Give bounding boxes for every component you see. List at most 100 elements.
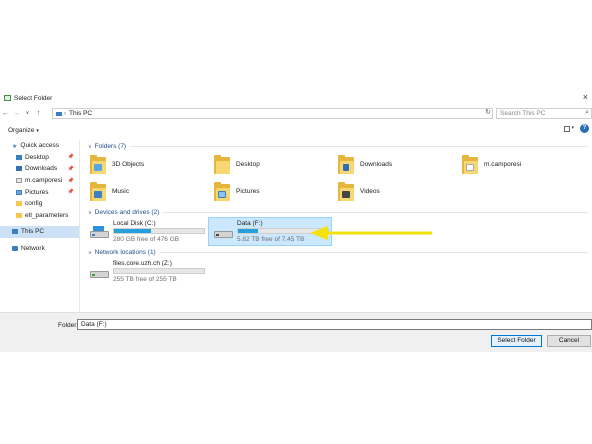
chevron-down-icon: ∨ [88, 209, 92, 216]
pin-icon: 📌 [67, 177, 74, 184]
folder-tile-desktop[interactable]: Desktop [214, 155, 260, 174]
close-icon[interactable]: × [583, 92, 588, 102]
network-drive-icon [90, 266, 109, 279]
title-bar: Select Folder × [0, 90, 592, 106]
folder-name-input[interactable]: Data (F:) [77, 319, 592, 330]
folder-icon [16, 212, 22, 218]
drive-usage-bar [113, 268, 205, 274]
drive-free-space: 5.82 TB free of 7.45 TB [237, 236, 305, 243]
documents-icon [16, 178, 22, 184]
folder-pictures-icon [214, 182, 230, 201]
sidebar-item-desktop[interactable]: Desktop 📌 [0, 152, 79, 164]
this-pc-icon [56, 111, 62, 116]
search-input[interactable]: Search This PC ⌕ [496, 108, 592, 119]
recent-locations-button[interactable]: ∨ [22, 110, 33, 116]
sidebar-item-config[interactable]: config [0, 198, 79, 210]
group-header-devices[interactable]: ∨ Devices and drives (2) [88, 208, 588, 217]
annotation-arrow-icon [310, 226, 432, 240]
downloads-icon [16, 166, 22, 172]
breadcrumb-this-pc[interactable]: This PC [69, 110, 92, 117]
folder-desktop-icon [214, 155, 230, 174]
folder-label: Desktop [236, 161, 260, 168]
windows-drive-icon [90, 226, 109, 239]
caret-down-icon: ▾ [36, 127, 39, 134]
cancel-button[interactable]: Cancel [547, 335, 591, 347]
sidebar-item-pictures[interactable]: Pictures 📌 [0, 186, 79, 198]
arrow-right-icon: → [13, 109, 20, 117]
group-divider [159, 252, 588, 253]
folder-tile-downloads[interactable]: Downloads [338, 155, 392, 174]
folder-label: Folder: [58, 322, 79, 329]
pin-icon: 📌 [67, 189, 74, 196]
group-header-folders[interactable]: ∨ Folders (7) [88, 142, 588, 151]
pin-icon: 📌 [67, 154, 74, 161]
sidebar-item-label: m.camporesi [25, 177, 63, 185]
hard-drive-icon [214, 226, 233, 239]
app-icon [4, 95, 11, 101]
window-title: Select Folder [14, 94, 53, 102]
sidebar-item-network[interactable]: Network [0, 243, 79, 255]
group-divider [163, 212, 588, 213]
up-button[interactable]: ↑ [33, 110, 44, 117]
sidebar-item-downloads[interactable]: Downloads 📌 [0, 163, 79, 175]
help-icon[interactable]: ? [580, 124, 589, 133]
command-bar: Organize ▾ ▾ ? [0, 123, 592, 137]
folder-tile-m-camporesi[interactable]: m.camporesi [462, 155, 521, 174]
drive-name: files.core.uzh.ch (Z:) [113, 260, 172, 267]
drive-usage-fill [238, 229, 258, 233]
sidebar-item-label: config [25, 200, 43, 208]
sidebar-item-label: Network [21, 245, 45, 253]
chevron-down-icon: ∨ [88, 143, 92, 150]
address-bar[interactable]: › This PC [52, 108, 493, 119]
arrow-up-icon: ↑ [36, 109, 41, 117]
sidebar-item-m-camporesi[interactable]: m.camporesi 📌 [0, 175, 79, 187]
refresh-button[interactable]: ↻ [483, 108, 493, 119]
view-dropdown-icon[interactable]: ▾ [571, 125, 574, 131]
sidebar-item-etl-parameters[interactable]: etl_parameters [0, 210, 79, 222]
drive-name: Local Disk (C:) [113, 220, 156, 227]
folder-tile-videos[interactable]: Videos [338, 182, 380, 201]
sidebar-item-label: etl_parameters [25, 211, 69, 219]
chevron-down-icon: ∨ [88, 249, 92, 256]
breadcrumb-separator-icon[interactable]: › [64, 111, 66, 117]
sidebar-item-quick-access[interactable]: ★ Quick access [0, 140, 79, 152]
sidebar-item-label: Desktop [25, 153, 49, 161]
navigation-bar: ← → ∨ ↑ › This PC ↻ Search This PC ⌕ [0, 106, 592, 120]
folder-3d-objects-icon [90, 155, 106, 174]
sidebar-item-label: Downloads [25, 165, 58, 173]
folder-videos-icon [338, 182, 354, 201]
forward-button[interactable]: → [11, 110, 22, 117]
folder-icon [16, 201, 22, 207]
folder-tile-pictures[interactable]: Pictures [214, 182, 259, 201]
folder-documents-icon [462, 155, 478, 174]
folder-label: Pictures [236, 188, 260, 195]
folder-tile-3d-objects[interactable]: 3D Objects [90, 155, 144, 174]
group-title: Devices and drives (2) [94, 209, 160, 216]
drive-usage-bar [113, 228, 205, 234]
navigation-pane: ★ Quick access Desktop 📌 Downloads 📌 m.c… [0, 140, 80, 312]
group-title: Network locations (1) [94, 249, 156, 256]
drive-name: Data (F:) [237, 220, 263, 227]
pictures-icon [16, 189, 22, 195]
organize-button[interactable]: Organize ▾ [8, 127, 39, 134]
drive-free-space: 280 GB free of 476 GB [113, 236, 180, 243]
arrow-left-icon: ← [2, 109, 9, 117]
back-button[interactable]: ← [0, 110, 11, 117]
folder-tile-music[interactable]: Music [90, 182, 129, 201]
search-icon: ⌕ [585, 109, 589, 116]
group-header-network-locations[interactable]: ∨ Network locations (1) [88, 248, 588, 257]
drive-usage-fill [114, 229, 151, 233]
drive-tile-local-disk-c[interactable]: Local Disk (C:) 280 GB free of 476 GB [85, 219, 207, 246]
network-drive-tile-z[interactable]: files.core.uzh.ch (Z:) 255 TB free of 25… [85, 259, 207, 286]
select-folder-button[interactable]: Select Folder [491, 335, 542, 347]
folder-music-icon [90, 182, 106, 201]
folder-label: Music [112, 188, 129, 195]
star-icon: ★ [12, 144, 18, 151]
group-title: Folders (7) [94, 143, 127, 150]
folder-label: 3D Objects [112, 161, 145, 168]
folder-label: m.camporesi [484, 161, 522, 168]
pin-icon: 📌 [67, 165, 74, 172]
view-options-icon[interactable] [564, 126, 570, 132]
folder-downloads-icon [338, 155, 354, 174]
sidebar-item-this-pc[interactable]: This PC [0, 226, 79, 238]
